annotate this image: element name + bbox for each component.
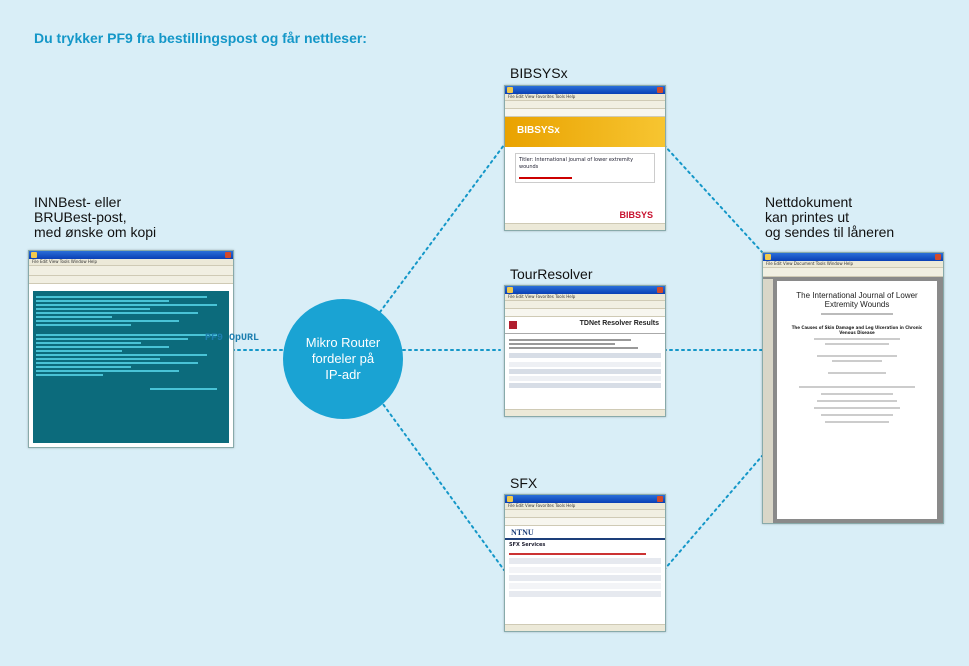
app-icon	[31, 252, 37, 258]
bibsys-title: Titler: International journal of lower e…	[519, 157, 634, 170]
connector-router-sfx	[379, 399, 505, 571]
connector-router-bibsys	[379, 144, 505, 313]
close-icon	[657, 87, 663, 93]
bibsys-banner: BIBSYSx	[505, 117, 665, 147]
sfx-label: SFX	[510, 475, 538, 491]
router-label: Mikro Router fordeler på IP-adr	[305, 335, 381, 382]
bibsys-footer-logo: BIBSYS	[619, 210, 653, 220]
close-icon	[225, 252, 231, 258]
diagram-canvas: Du trykker PF9 fra bestillingspost og få…	[0, 0, 969, 666]
terminal-screen	[33, 291, 229, 443]
close-icon	[657, 496, 663, 502]
pf9-openurl-label: PF9 OpURL	[205, 333, 260, 344]
micro-router-node: Mikro Router fordeler på IP-adr	[283, 299, 403, 419]
bibsys-label: BIBSYSx	[510, 65, 568, 81]
close-icon	[657, 287, 663, 293]
pdf-article-title: The Causes of Skin Damage and Leg Ulcera…	[791, 325, 923, 335]
connector-sfx-doc	[663, 455, 763, 571]
tourresolver-screenshot: File Edit View Favorites Tools Help TDNe…	[504, 285, 666, 417]
pdf-document-screenshot: File Edit View Document Tools Window Hel…	[762, 252, 944, 524]
tdnet-heading: TDNet Resolver Results	[579, 320, 659, 327]
ntnu-logo: NTNU	[511, 528, 534, 537]
library-terminal-screenshot: File Edit View Tools Window Help	[28, 250, 234, 448]
sfx-screenshot: File Edit View Favorites Tools Help NTNU…	[504, 494, 666, 632]
sfx-services-title: SFX Services	[509, 542, 546, 548]
left-label: INNBest- eller BRUBest-post, med ønske o…	[34, 194, 157, 240]
connector-bibsys-doc	[663, 144, 763, 253]
right-label: Nettdokument kan printes ut og sendes ti…	[765, 194, 895, 240]
bibsys-screenshot: File Edit View Favorites Tools Help BIBS…	[504, 85, 666, 231]
close-icon	[935, 254, 941, 260]
tourresolver-label: TourResolver	[510, 266, 593, 282]
pdf-journal-title: The International Journal of Lower Extre…	[796, 291, 918, 309]
pdf-page: The International Journal of Lower Extre…	[777, 281, 937, 519]
